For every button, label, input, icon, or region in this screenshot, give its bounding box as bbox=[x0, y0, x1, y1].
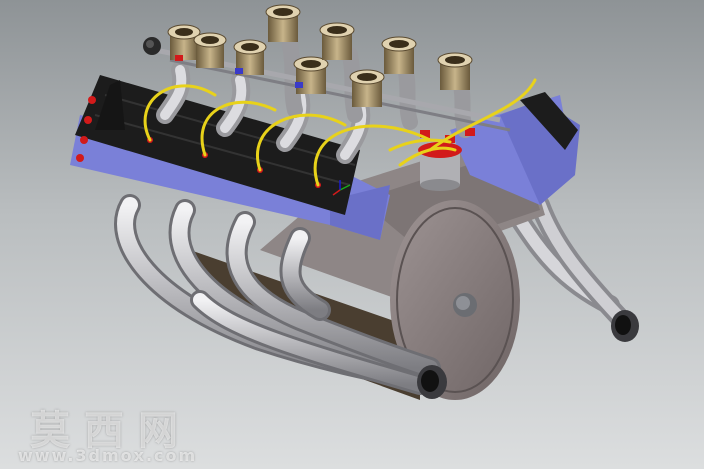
intake-trumpet bbox=[319, 22, 355, 60]
intake-trumpet bbox=[437, 52, 473, 90]
watermark-url: www.3dmox.com bbox=[18, 446, 198, 465]
intake-trumpet bbox=[193, 32, 227, 68]
velocity-stacks bbox=[167, 4, 473, 107]
intake-trumpet bbox=[349, 69, 385, 107]
render-viewport: 莫西网 www.3dmox.com bbox=[0, 0, 704, 469]
rear-exhaust-headers bbox=[510, 195, 630, 328]
intake-trumpet bbox=[293, 56, 329, 94]
intake-trumpet bbox=[381, 36, 417, 74]
intake-trumpet bbox=[265, 4, 301, 42]
